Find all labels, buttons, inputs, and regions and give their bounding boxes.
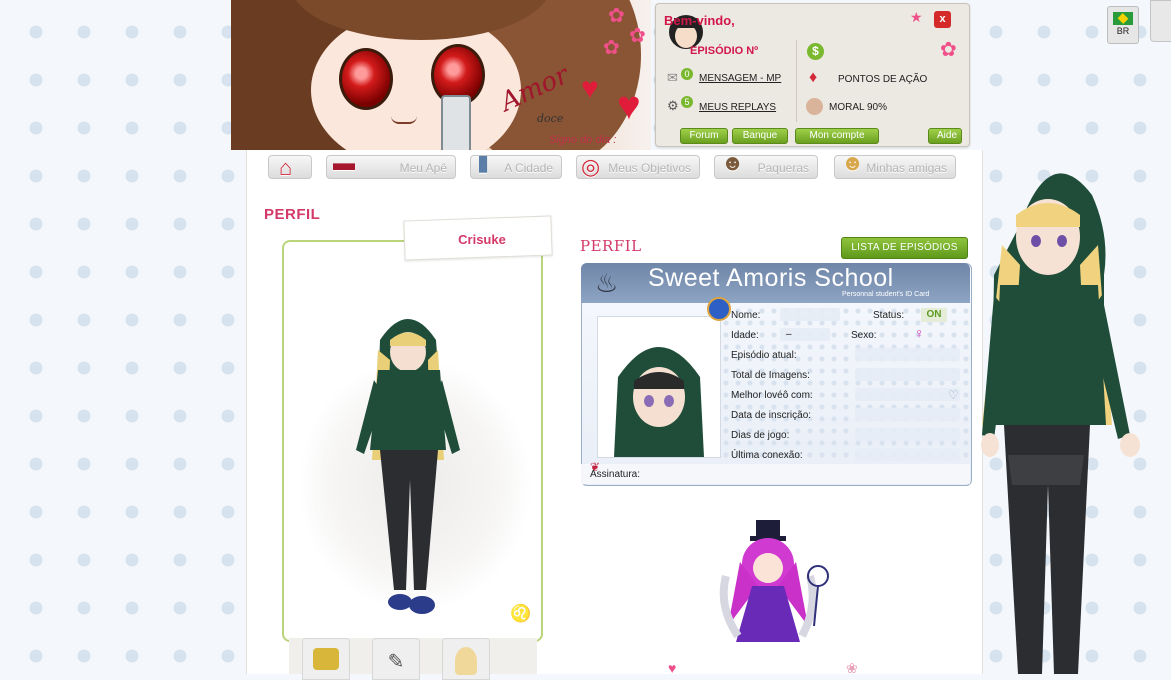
sex-label: Sexo: [851, 330, 877, 341]
cupcake-icon: ♨ [595, 268, 619, 298]
girl-face-icon: ☻ [841, 150, 865, 175]
language-selector[interactable]: BR [1107, 6, 1139, 44]
best-friend-value [855, 388, 960, 401]
heart-icon: ♥ [617, 84, 641, 128]
moral-face-icon [806, 98, 823, 115]
status-label: Status: [873, 310, 905, 321]
status-value: ON [921, 308, 947, 322]
character-name: Crisuke [458, 232, 506, 247]
home-icon: ⌂ [279, 155, 293, 180]
featured-character [981, 173, 1140, 674]
idcard-title: Sweet Amoris School [648, 264, 894, 292]
messages-link[interactable]: MENSAGEM - MP [699, 73, 781, 84]
star-icon: ★ [910, 9, 923, 25]
envelope-icon: ✉ [667, 70, 678, 85]
welcome-title: Bem-vindo, [664, 13, 735, 28]
name-value [780, 308, 840, 321]
nav-objectives[interactable]: ◎ Meus Objetivos [576, 155, 700, 179]
corner-panel [1150, 0, 1171, 42]
boy-face-icon: ☻ [721, 150, 745, 175]
idcard-photo [597, 316, 721, 458]
idcard-subtitle: Personnal student's ID Card [842, 291, 930, 298]
nav-label: Minhas amigas [866, 161, 947, 175]
messages-count-badge: 0 [681, 68, 693, 80]
flower-icon: ✿ [940, 39, 957, 61]
nav-label: A Cidade [504, 161, 553, 175]
nav-label: Meu Apê [399, 161, 447, 175]
nav-my-apartment[interactable]: ▬ Meu Apê [326, 150, 456, 179]
account-button[interactable]: Mon compte [795, 128, 879, 144]
forum-button[interactable]: Forum [680, 128, 728, 144]
brazil-flag-icon [1113, 12, 1133, 25]
lock-icon [313, 648, 339, 670]
target-icon: ◎ [581, 154, 601, 179]
blue-ribbon-icon [707, 297, 731, 321]
signup-label: Data de inscrição: [731, 410, 812, 421]
zodiac-sign: ♌ [510, 604, 532, 623]
best-friend-label: Melhor lovéô com: [731, 390, 813, 401]
episodes-list-button[interactable]: LISTA DE EPISÓDIOS [841, 237, 968, 259]
replays-count-badge: 5 [681, 96, 693, 108]
film-reel-icon: ⚙ [667, 98, 679, 113]
replays-link[interactable]: MEUS REPLAYS [699, 102, 776, 113]
chibi-character[interactable] [718, 516, 833, 656]
action-points-icon: ♦ [809, 69, 818, 86]
nav-city[interactable]: ▮ A Cidade [470, 150, 562, 179]
action-points-label: PONTOS DE AÇÃO [838, 74, 928, 85]
avatar-portrait [614, 347, 704, 457]
last-connection-label: Última conexão: [731, 450, 803, 461]
days-label: Dias de jogo: [731, 430, 790, 441]
nav-crushes[interactable]: ☻ Paqueras [714, 150, 818, 179]
episode-label: Episódio atual: [731, 350, 797, 361]
section-title: PERFIL [580, 237, 642, 255]
nav-label: Paqueras [757, 161, 809, 175]
signup-value [855, 408, 960, 421]
name-label: Nome: [731, 310, 761, 321]
girl-face-icon [455, 647, 477, 675]
nav-home[interactable]: ⌂ [268, 155, 312, 179]
moral-label: MORAL 90% [829, 102, 887, 113]
age-value: – [786, 329, 792, 340]
money-icon[interactable]: $ [807, 43, 824, 60]
logo-subtext: doce [537, 112, 564, 125]
nav-label: Meus Objetivos [608, 161, 691, 175]
episode-label: EPISÓDIO Nº [690, 45, 759, 57]
images-value [855, 368, 960, 381]
sign-of-day-label: Signo do dia : [549, 134, 617, 146]
days-value [855, 428, 960, 441]
close-button[interactable]: x [934, 11, 951, 28]
nav-friends[interactable]: ☻ Minhas amigas [834, 150, 956, 179]
decoration-icon: ❀ [846, 660, 858, 676]
sofa-icon: ▬ [333, 150, 355, 175]
age-label: Idade: [731, 330, 759, 341]
flower-icon: ✿ [629, 25, 646, 47]
building-icon: ▮ [477, 150, 490, 175]
pen-icon: ✎ [387, 651, 405, 673]
flower-icon: ✿ [603, 37, 620, 59]
page-title: PERFIL [264, 206, 321, 223]
episode-value [855, 348, 960, 361]
avatar-figure [356, 319, 460, 614]
female-icon: ♀ [914, 325, 925, 341]
heart-outline-icon: ♡ [948, 388, 959, 402]
panel-divider [796, 40, 797, 122]
signature-doodle-icon: ❦ [590, 460, 601, 474]
flower-icon: ✿ [608, 5, 625, 27]
language-label: BR [1116, 26, 1130, 36]
images-label: Total de Imagens: [731, 370, 810, 381]
help-button[interactable]: Aide [928, 128, 962, 144]
heart-icon: ♥ [581, 72, 599, 105]
bank-button[interactable]: Banque [732, 128, 788, 144]
last-connection-value [855, 448, 960, 461]
